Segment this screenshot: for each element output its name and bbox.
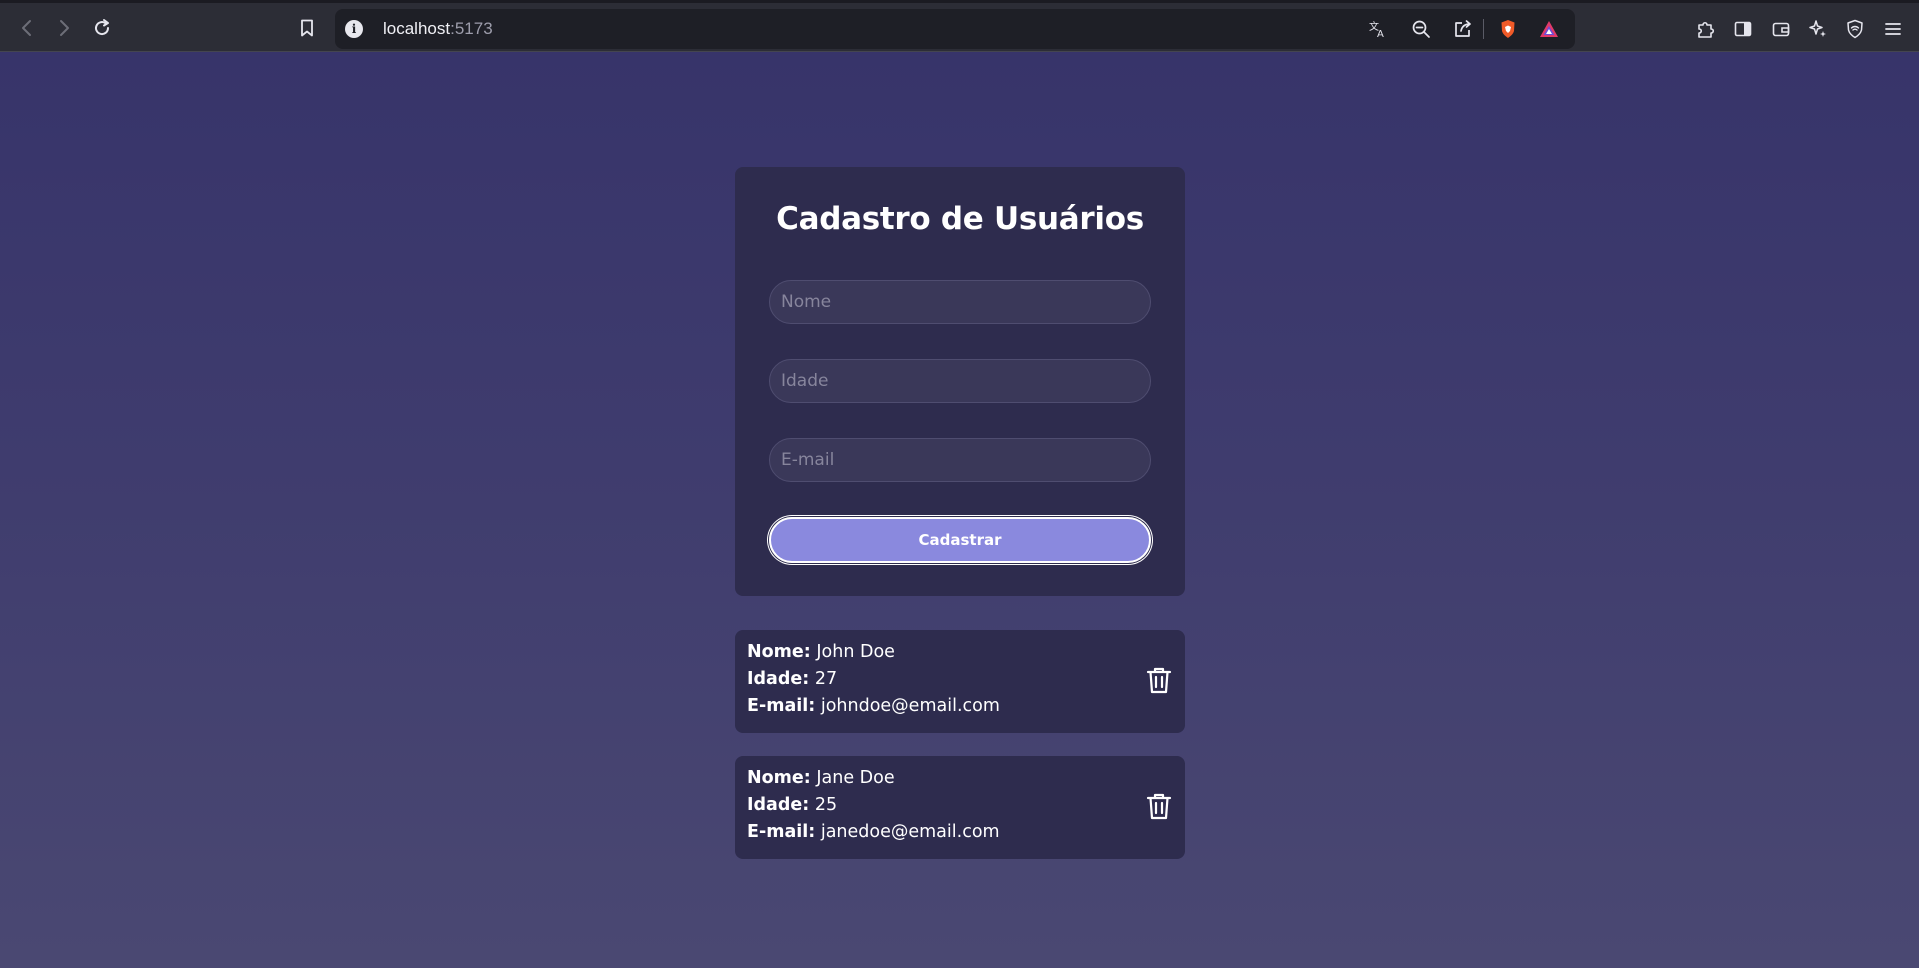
leo-ai-icon[interactable] [1806, 17, 1830, 41]
user-email: johndoe@email.com [820, 696, 1000, 716]
address-bar[interactable]: i localhost:5173 文A [335, 9, 1575, 49]
browser-toolbar: i localhost:5173 文A [0, 0, 1919, 52]
user-name-line: Nome: John Doe [747, 642, 895, 662]
svg-text:A: A [1377, 29, 1384, 39]
user-age: 25 [814, 795, 838, 815]
vpn-icon[interactable] [1843, 17, 1867, 41]
trash-icon[interactable] [1145, 791, 1173, 821]
forward-icon[interactable] [49, 13, 79, 43]
zoom-out-icon[interactable] [1410, 18, 1432, 40]
user-email-line: E-mail: janedoe@email.com [747, 822, 1000, 842]
translate-icon[interactable]: 文A [1367, 18, 1389, 40]
trash-icon[interactable] [1145, 665, 1173, 695]
toolbar-separator [1483, 19, 1484, 39]
bookmark-icon[interactable] [292, 13, 322, 43]
user-card: Nome: John Doe Idade: 27 E-mail: johndoe… [735, 630, 1185, 733]
url-port: :5173 [450, 19, 493, 38]
age-label: Idade: [747, 669, 810, 689]
url-host: localhost [383, 19, 451, 38]
name-input[interactable] [769, 280, 1151, 324]
user-email: janedoe@email.com [820, 822, 1000, 842]
extensions-icon[interactable] [1693, 17, 1717, 41]
brave-rewards-icon[interactable] [1538, 18, 1560, 40]
email-label: E-mail: [747, 822, 816, 842]
site-info-icon[interactable]: i [345, 20, 363, 38]
url-text[interactable]: localhost:5173 [383, 19, 493, 39]
user-card: Nome: Jane Doe Idade: 25 E-mail: janedoe… [735, 756, 1185, 859]
form-title: Cadastro de Usuários [776, 201, 1144, 237]
user-name: John Doe [816, 642, 895, 662]
registration-form: Cadastro de Usuários Cadastrar [735, 167, 1185, 596]
sidebar-icon[interactable] [1731, 17, 1755, 41]
email-input[interactable] [769, 438, 1151, 482]
user-name: Jane Doe [816, 768, 895, 788]
brave-shields-icon[interactable] [1497, 18, 1519, 40]
email-label: E-mail: [747, 696, 816, 716]
age-label: Idade: [747, 795, 810, 815]
register-button[interactable]: Cadastrar [769, 517, 1151, 563]
menu-icon[interactable] [1881, 17, 1905, 41]
user-age: 27 [814, 669, 838, 689]
back-icon[interactable] [12, 13, 42, 43]
user-name-line: Nome: Jane Doe [747, 768, 895, 788]
page-background: Cadastro de Usuários Cadastrar Nome: Joh… [0, 52, 1919, 968]
reload-icon[interactable] [87, 13, 117, 43]
user-age-line: Idade: 25 [747, 795, 837, 815]
user-age-line: Idade: 27 [747, 669, 837, 689]
age-input[interactable] [769, 359, 1151, 403]
share-icon[interactable] [1452, 18, 1474, 40]
name-label: Nome: [747, 642, 811, 662]
name-label: Nome: [747, 768, 811, 788]
user-email-line: E-mail: johndoe@email.com [747, 696, 1000, 716]
wallet-icon[interactable] [1769, 17, 1793, 41]
